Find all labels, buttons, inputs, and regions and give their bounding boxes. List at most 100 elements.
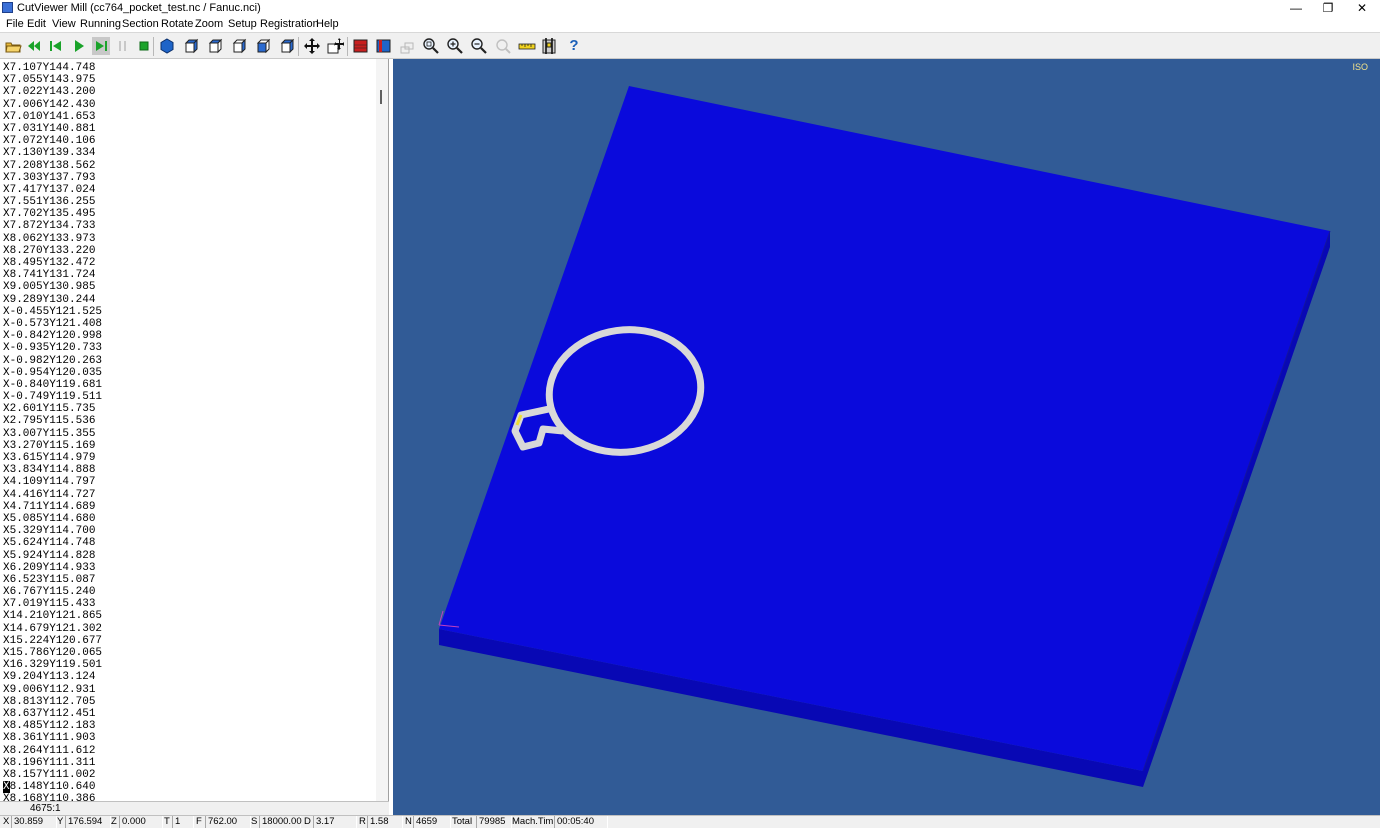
gcode-line[interactable]: X8.264Y111.612 bbox=[3, 745, 375, 757]
gcode-line[interactable]: X15.224Y120.677 bbox=[3, 635, 375, 647]
gcode-line[interactable]: X7.022Y143.200 bbox=[3, 86, 375, 98]
gcode-line[interactable]: X-0.840Y119.681 bbox=[3, 379, 375, 391]
play-icon[interactable] bbox=[70, 37, 88, 55]
gcode-line[interactable]: X14.210Y121.865 bbox=[3, 610, 375, 622]
menu-help[interactable]: Help bbox=[316, 17, 339, 31]
gcode-line[interactable]: X7.107Y144.748 bbox=[3, 62, 375, 74]
gcode-line[interactable]: X8.270Y133.220 bbox=[3, 245, 375, 257]
gcode-line[interactable]: X6.523Y115.087 bbox=[3, 574, 375, 586]
gcode-line[interactable]: X5.085Y114.680 bbox=[3, 513, 375, 525]
gcode-line[interactable]: X-0.749Y119.511 bbox=[3, 391, 375, 403]
pause-icon[interactable] bbox=[114, 37, 132, 55]
gcode-line[interactable]: X7.006Y142.430 bbox=[3, 99, 375, 111]
menu-file[interactable]: File bbox=[6, 17, 24, 31]
gcode-line[interactable]: X6.209Y114.933 bbox=[3, 562, 375, 574]
front-view-icon[interactable] bbox=[182, 37, 200, 55]
stop-icon[interactable] bbox=[135, 37, 153, 55]
gcode-line[interactable]: X3.834Y114.888 bbox=[3, 464, 375, 476]
gcode-line[interactable]: X8.361Y111.903 bbox=[3, 732, 375, 744]
menu-running[interactable]: Running bbox=[80, 17, 121, 31]
menu-setup[interactable]: Setup bbox=[228, 17, 257, 31]
gcode-line[interactable]: X7.031Y140.881 bbox=[3, 123, 375, 135]
gcode-line[interactable]: X8.168Y110.386 bbox=[3, 793, 375, 801]
step-forward-icon[interactable] bbox=[92, 37, 110, 55]
gcode-line[interactable]: X7.208Y138.562 bbox=[3, 160, 375, 172]
menu-zoom[interactable]: Zoom bbox=[195, 17, 223, 31]
gcode-line[interactable]: X8.741Y131.724 bbox=[3, 269, 375, 281]
gcode-line[interactable]: X4.711Y114.689 bbox=[3, 501, 375, 513]
tool-setup-icon[interactable] bbox=[540, 37, 558, 55]
gcode-line[interactable]: X8.813Y112.705 bbox=[3, 696, 375, 708]
gcode-line[interactable]: X8.485Y112.183 bbox=[3, 720, 375, 732]
gcode-line[interactable]: X-0.842Y120.998 bbox=[3, 330, 375, 342]
gcode-line[interactable]: X-0.573Y121.408 bbox=[3, 318, 375, 330]
minimize-button[interactable]: — bbox=[1279, 0, 1313, 16]
right-view-icon[interactable] bbox=[230, 37, 248, 55]
gcode-line[interactable]: X7.702Y135.495 bbox=[3, 208, 375, 220]
gcode-line[interactable]: X7.417Y137.024 bbox=[3, 184, 375, 196]
gcode-line[interactable]: X7.055Y143.975 bbox=[3, 74, 375, 86]
gcode-line[interactable]: X4.416Y114.727 bbox=[3, 489, 375, 501]
gcode-line[interactable]: X-0.954Y120.035 bbox=[3, 367, 375, 379]
left-view-icon[interactable] bbox=[254, 37, 272, 55]
menu-edit[interactable]: Edit bbox=[27, 17, 46, 31]
open-folder-icon[interactable] bbox=[4, 37, 22, 55]
gcode-line[interactable]: X16.329Y119.501 bbox=[3, 659, 375, 671]
gcode-line[interactable]: X7.019Y115.433 bbox=[3, 598, 375, 610]
gcode-line[interactable]: X5.624Y114.748 bbox=[3, 537, 375, 549]
undo-zoom-icon[interactable] bbox=[494, 37, 512, 55]
gcode-scrollbar[interactable] bbox=[376, 59, 388, 801]
gcode-line[interactable]: X9.005Y130.985 bbox=[3, 281, 375, 293]
pan-icon[interactable] bbox=[303, 37, 321, 55]
menu-rotate[interactable]: Rotate bbox=[161, 17, 193, 31]
gcode-line[interactable]: X-0.455Y121.525 bbox=[3, 306, 375, 318]
gcode-line[interactable]: X9.006Y112.931 bbox=[3, 684, 375, 696]
gcode-line[interactable]: X7.551Y136.255 bbox=[3, 196, 375, 208]
gcode-line[interactable]: X3.270Y115.169 bbox=[3, 440, 375, 452]
gcode-line[interactable]: X8.637Y112.451 bbox=[3, 708, 375, 720]
iso-view-icon[interactable] bbox=[158, 37, 176, 55]
gcode-line[interactable]: X9.204Y113.124 bbox=[3, 671, 375, 683]
restore-button[interactable]: ❐ bbox=[1311, 0, 1345, 16]
section-disabled-icon[interactable] bbox=[399, 37, 417, 55]
gcode-line[interactable]: X8.062Y133.973 bbox=[3, 233, 375, 245]
measure-ruler-icon[interactable] bbox=[518, 37, 536, 55]
gcode-line-current[interactable]: X8.148Y110.640 bbox=[3, 781, 375, 794]
gcode-line[interactable]: X5.329Y114.700 bbox=[3, 525, 375, 537]
gcode-line[interactable]: X2.795Y115.536 bbox=[3, 415, 375, 427]
gcode-line[interactable]: X8.495Y132.472 bbox=[3, 257, 375, 269]
gcode-line[interactable]: X2.601Y115.735 bbox=[3, 403, 375, 415]
menu-view[interactable]: View bbox=[52, 17, 76, 31]
close-button[interactable]: ✕ bbox=[1345, 0, 1379, 16]
gcode-line[interactable]: X3.615Y114.979 bbox=[3, 452, 375, 464]
zoom-window-icon[interactable] bbox=[422, 37, 440, 55]
gcode-line[interactable]: X4.109Y114.797 bbox=[3, 476, 375, 488]
zoom-in-icon[interactable] bbox=[446, 37, 464, 55]
gcode-line[interactable]: X6.767Y115.240 bbox=[3, 586, 375, 598]
section-red-icon[interactable] bbox=[352, 37, 370, 55]
gcode-line[interactable]: X-0.935Y120.733 bbox=[3, 342, 375, 354]
gcode-line[interactable]: X7.072Y140.106 bbox=[3, 135, 375, 147]
gcode-line[interactable]: X-0.982Y120.263 bbox=[3, 355, 375, 367]
gcode-line[interactable]: X3.007Y115.355 bbox=[3, 428, 375, 440]
section-blue-icon[interactable] bbox=[375, 37, 393, 55]
step-back-icon[interactable] bbox=[47, 37, 65, 55]
gcode-line[interactable]: X7.010Y141.653 bbox=[3, 111, 375, 123]
gcode-listing[interactable]: X7.107Y144.748 X7.055Y143.975 X7.022Y143.2… bbox=[3, 62, 375, 801]
move-stock-icon[interactable] bbox=[326, 37, 344, 55]
gcode-line[interactable]: X15.786Y120.065 bbox=[3, 647, 375, 659]
menu-section[interactable]: Section bbox=[122, 17, 159, 31]
back-view-icon[interactable] bbox=[206, 37, 224, 55]
gcode-line[interactable]: X8.157Y111.002 bbox=[3, 769, 375, 781]
zoom-out-icon[interactable] bbox=[470, 37, 488, 55]
scroll-thumb[interactable] bbox=[380, 90, 382, 104]
gcode-line[interactable]: X7.130Y139.334 bbox=[3, 147, 375, 159]
gcode-line[interactable]: X5.924Y114.828 bbox=[3, 550, 375, 562]
menu-registration[interactable]: Registration bbox=[260, 17, 319, 31]
3d-viewport[interactable]: ISO bbox=[393, 59, 1380, 815]
gcode-line[interactable]: X7.872Y134.733 bbox=[3, 220, 375, 232]
rewind-icon[interactable] bbox=[25, 37, 43, 55]
gcode-line[interactable]: X7.303Y137.793 bbox=[3, 172, 375, 184]
gcode-line[interactable]: X8.196Y111.311 bbox=[3, 757, 375, 769]
gcode-line[interactable]: X14.679Y121.302 bbox=[3, 623, 375, 635]
